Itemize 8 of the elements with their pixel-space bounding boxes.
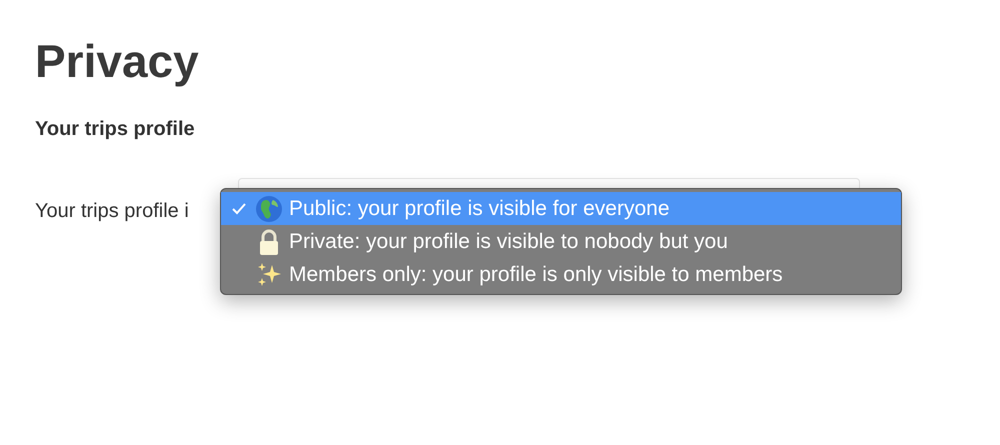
dropdown-option[interactable]: Private: your profile is visible to nobody but you (221, 225, 901, 258)
page-title: Privacy (35, 38, 200, 84)
checkmark-icon (232, 202, 246, 214)
section-heading: Your trips profile (35, 117, 196, 142)
globe-icon (255, 194, 283, 222)
field-label: Your trips profile i (35, 199, 189, 224)
dropdown-option[interactable]: Members only: your profile is only visible to members (221, 258, 901, 291)
dropdown-option[interactable]: Public: your profile is visible for everyone (221, 192, 901, 225)
